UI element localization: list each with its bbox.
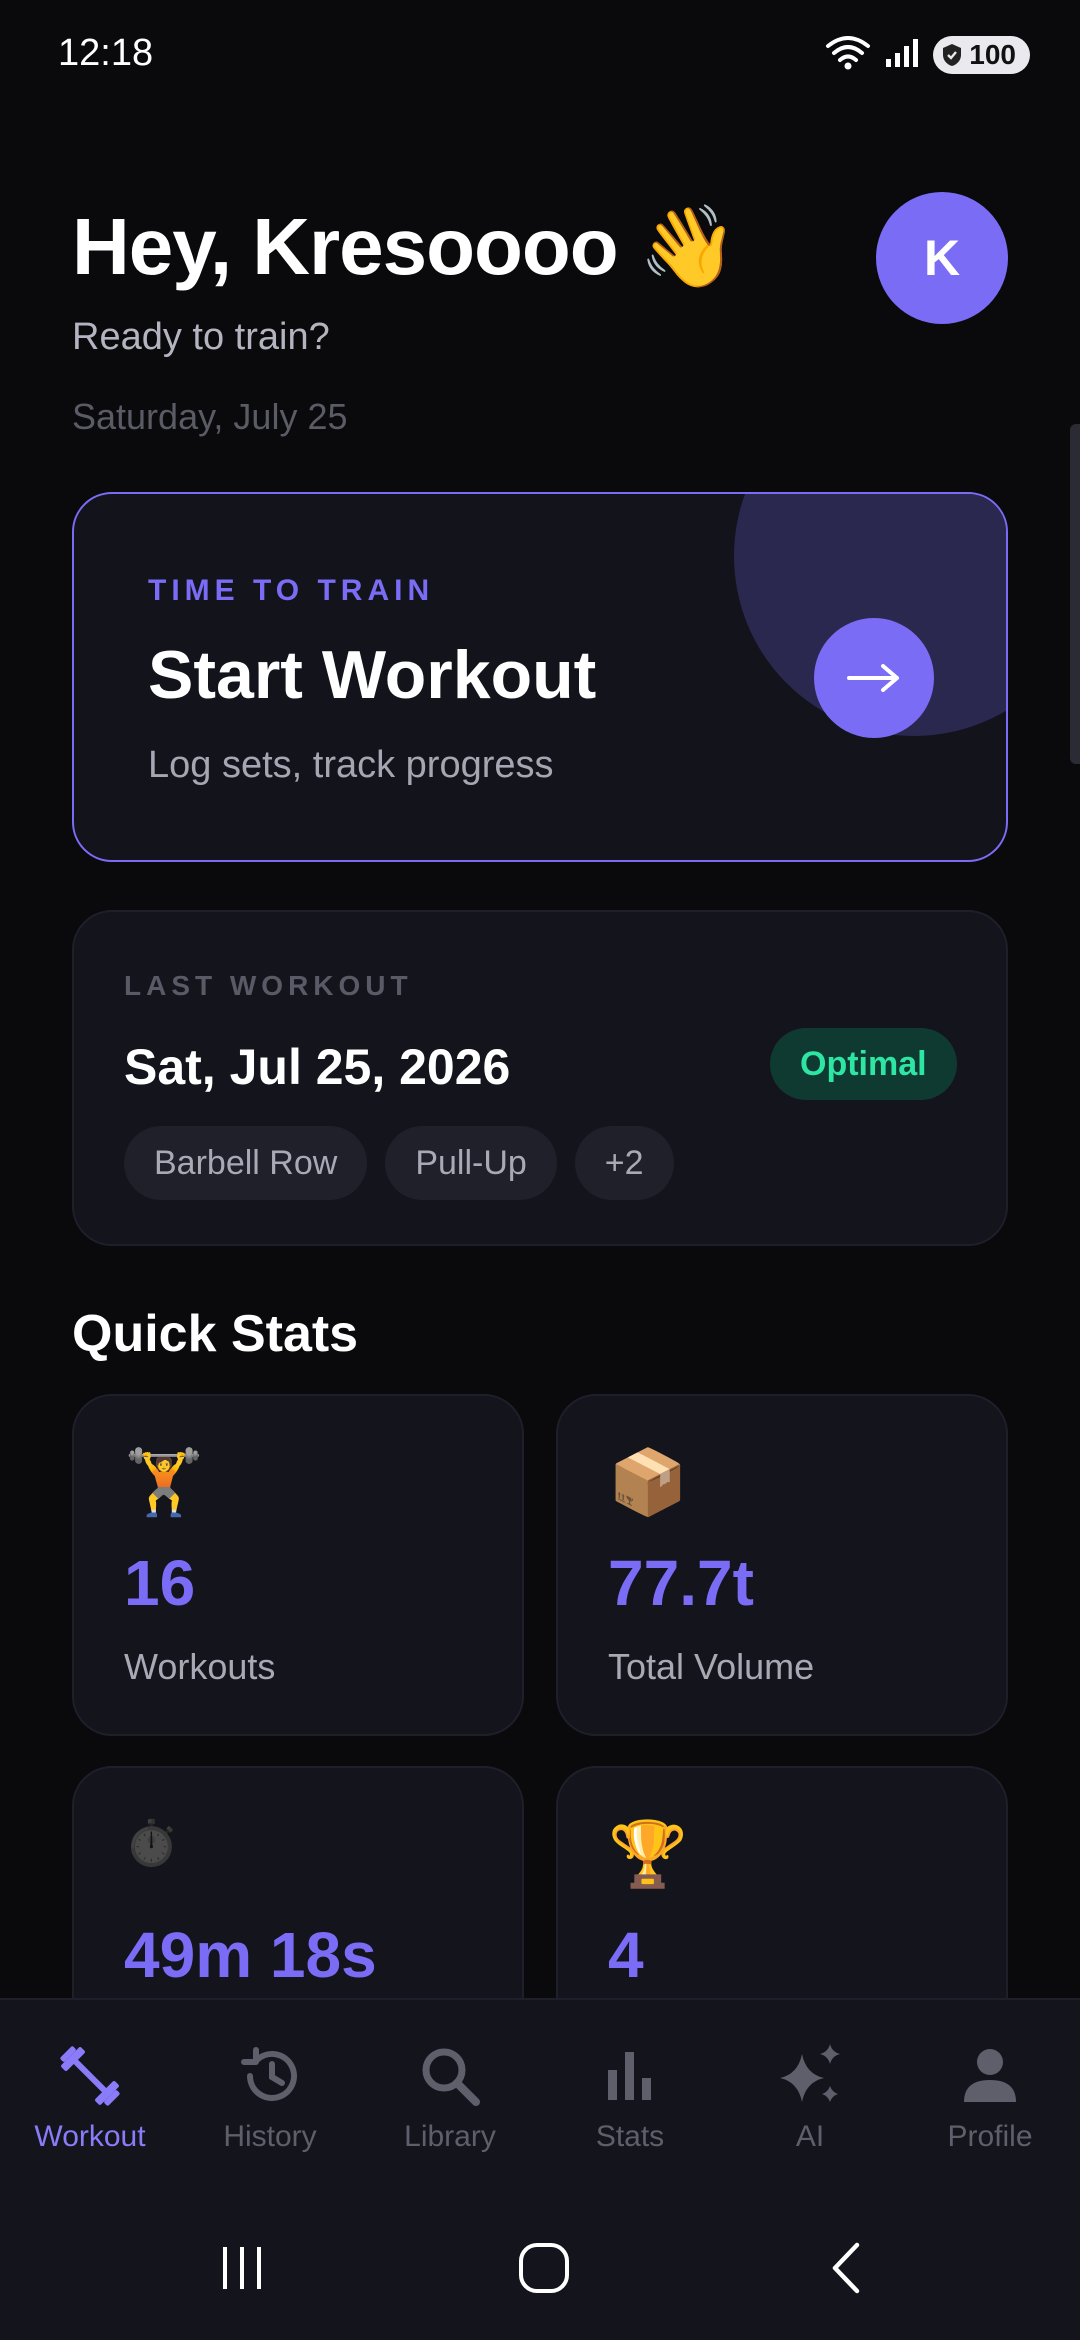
avatar[interactable]: K — [876, 192, 1008, 324]
home-button[interactable] — [504, 2228, 584, 2308]
battery-indicator: 100 — [933, 35, 1030, 74]
history-icon — [234, 2040, 306, 2112]
dumbbell-icon — [54, 2040, 126, 2112]
stat-value: 49m 18s — [124, 1919, 377, 1991]
stat-card-volume[interactable]: 📦 77.7t Total Volume — [556, 1394, 1008, 1736]
current-date: Saturday, July 25 — [72, 396, 348, 437]
bar-chart-icon — [594, 2040, 666, 2112]
battery-level: 100 — [969, 38, 1016, 70]
scroll-indicator[interactable] — [1070, 424, 1080, 764]
arrow-right-icon — [847, 664, 899, 692]
nav-item-ai[interactable]: AI — [720, 2000, 900, 2190]
recent-apps-icon — [223, 2247, 261, 2289]
greeting-subtitle: Ready to train? — [72, 316, 330, 358]
start-card-eyebrow: TIME TO TRAIN — [148, 574, 435, 607]
wifi-icon — [825, 34, 871, 75]
signal-icon — [885, 37, 919, 72]
last-workout-date: Sat, Jul 25, 2026 — [124, 1039, 511, 1095]
nav-item-workout[interactable]: Workout — [0, 2000, 180, 2190]
stopwatch-icon: ⏱️ — [124, 1819, 179, 1868]
more-exercises-chip: +2 — [574, 1126, 674, 1200]
recent-apps-button[interactable] — [202, 2228, 282, 2308]
status-badge: Optimal — [770, 1028, 957, 1100]
nav-label: AI — [795, 2120, 825, 2153]
nav-label: Library — [404, 2120, 496, 2153]
status-time: 12:18 — [58, 32, 154, 74]
back-button[interactable] — [808, 2228, 888, 2308]
system-nav-bar — [0, 2190, 1080, 2340]
last-workout-eyebrow: LAST WORKOUT — [124, 970, 413, 1001]
nav-item-profile[interactable]: Profile — [900, 2000, 1080, 2190]
status-icons: 100 — [825, 34, 1030, 75]
exercise-chip: Barbell Row — [124, 1126, 368, 1200]
nav-label: Workout — [34, 2120, 146, 2153]
exercise-chip: Pull-Up — [385, 1126, 557, 1200]
stat-label: Workouts — [124, 1646, 276, 1687]
start-workout-card[interactable]: TIME TO TRAIN Start Workout Log sets, tr… — [72, 492, 1008, 862]
status-bar: 12:18 100 — [0, 0, 1080, 110]
trophy-icon: 🏆 — [608, 1818, 688, 1890]
nav-label: Profile — [947, 2120, 1033, 2153]
shield-icon — [943, 43, 962, 66]
start-card-subtitle: Log sets, track progress — [148, 744, 554, 786]
nav-label: Stats — [595, 2120, 665, 2153]
home-icon — [519, 2243, 569, 2293]
stat-value: 4 — [608, 1919, 644, 1991]
nav-item-library[interactable]: Library — [360, 2000, 540, 2190]
quick-stats-title: Quick Stats — [72, 1305, 359, 1363]
start-card-title: Start Workout — [148, 637, 597, 713]
stat-value: 77.7t — [608, 1547, 754, 1619]
weightlifter-icon: 🏋️ — [124, 1446, 204, 1518]
last-workout-card[interactable]: LAST WORKOUT Sat, Jul 25, 2026 Optimal B… — [72, 910, 1008, 1246]
nav-item-history[interactable]: History — [180, 2000, 360, 2190]
search-icon — [414, 2040, 486, 2112]
back-icon — [832, 2242, 860, 2294]
sparkles-icon — [774, 2040, 846, 2112]
exercise-chips: Barbell Row Pull-Up +2 — [124, 1126, 674, 1200]
greeting-title: Hey, Kresoooo 👋 — [72, 202, 738, 291]
stat-value: 16 — [124, 1547, 196, 1619]
nav-item-stats[interactable]: Stats — [540, 2000, 720, 2190]
package-icon: 📦 — [608, 1446, 688, 1518]
stat-card-workouts[interactable]: 🏋️ 16 Workouts — [72, 1394, 524, 1736]
stat-label: Total Volume — [608, 1646, 815, 1687]
bottom-nav: Workout History Library Stats AI Profile — [0, 1998, 1080, 2190]
nav-label: History — [223, 2120, 317, 2153]
start-workout-button[interactable] — [814, 618, 934, 738]
person-icon — [954, 2040, 1026, 2112]
